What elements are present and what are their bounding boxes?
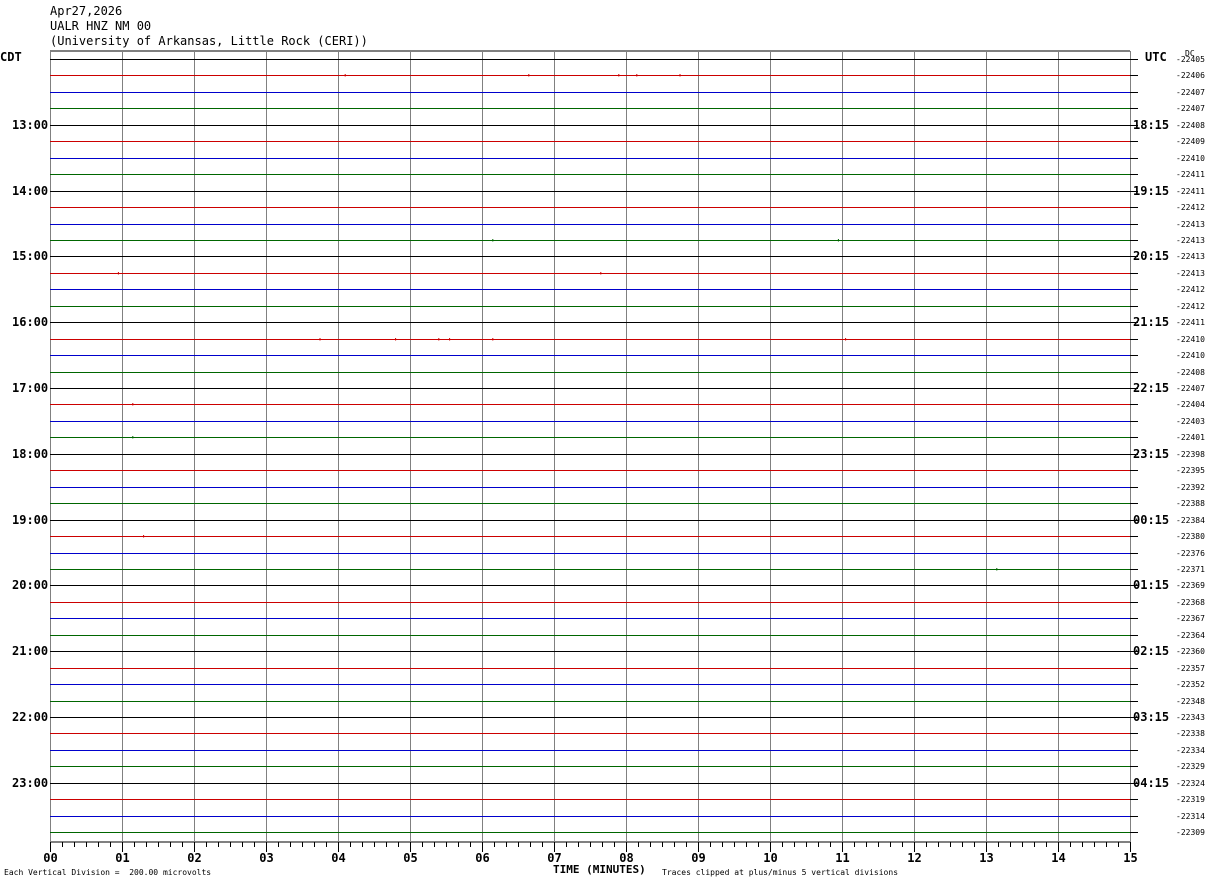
x-tick-label: 04: [331, 851, 346, 865]
x-tick-label: 13: [979, 851, 994, 865]
utc-hour-label: 03:15: [1133, 710, 1170, 724]
dc-offset-label: -22404: [1176, 399, 1205, 409]
dc-offset-label: -22408: [1176, 367, 1205, 377]
dc-offset-label: -22369: [1176, 580, 1205, 590]
dc-offset-label: -22410: [1176, 153, 1205, 163]
dc-offset-label: -22309: [1176, 827, 1205, 837]
x-tick-label: 03: [259, 851, 274, 865]
dc-offset-label: -22408: [1176, 120, 1205, 130]
x-tick-label: 02: [187, 851, 202, 865]
dc-offset-label: -22410: [1176, 350, 1205, 360]
dc-offset-label: -22412: [1176, 301, 1205, 311]
cdt-hour-label: 15:00: [12, 249, 49, 263]
dc-offset-label: -22407: [1176, 103, 1205, 113]
dc-offset-label: -22413: [1176, 251, 1205, 261]
x-tick-label: 14: [1051, 851, 1066, 865]
dc-offset-label: -22368: [1176, 597, 1205, 607]
x-tick-label: 10: [763, 851, 778, 865]
dc-offset-label: -22319: [1176, 794, 1205, 804]
utc-hour-label: 20:15: [1133, 249, 1170, 263]
dc-offset-label: -22380: [1176, 531, 1205, 541]
dc-offset-label: -22329: [1176, 761, 1205, 771]
dc-offset-label: -22405: [1176, 54, 1205, 64]
dc-offset-label: -22376: [1176, 548, 1205, 558]
dc-offset-label: -22324: [1176, 778, 1205, 788]
utc-hour-label: 00:15: [1133, 513, 1170, 527]
dc-offset-label: -22367: [1176, 613, 1205, 623]
dc-offset-label: -22413: [1176, 235, 1205, 245]
dc-offset-label: -22412: [1176, 284, 1205, 294]
utc-hour-label: 21:15: [1133, 315, 1170, 329]
x-tick-label: 00: [43, 851, 58, 865]
dc-offset-label: -22403: [1176, 416, 1205, 426]
x-tick-label: 05: [403, 851, 418, 865]
dc-offset-label: -22406: [1176, 70, 1205, 80]
dc-offset-label: -22407: [1176, 87, 1205, 97]
dc-offset-label: -22364: [1176, 630, 1205, 640]
dc-offset-label: -22352: [1176, 679, 1205, 689]
x-tick-label: 06: [475, 851, 490, 865]
cdt-hour-label: 13:00: [12, 118, 49, 132]
dc-offset-label: -22410: [1176, 334, 1205, 344]
dc-offset-label: -22413: [1176, 268, 1205, 278]
utc-hour-label: 19:15: [1133, 184, 1170, 198]
dc-offset-label: -22398: [1176, 449, 1205, 459]
dc-offset-label: -22334: [1176, 745, 1205, 755]
dc-offset-label: -22401: [1176, 432, 1205, 442]
x-tick-label: 12: [907, 851, 922, 865]
scale-note: Each Vertical Division = 200.00 microvol…: [4, 868, 212, 877]
dc-offset-label: -22411: [1176, 317, 1205, 327]
dc-offset-label: -22360: [1176, 646, 1205, 656]
dc-offset-label: -22357: [1176, 663, 1205, 673]
cdt-hour-label: 19:00: [12, 513, 49, 527]
x-tick-label: 01: [115, 851, 130, 865]
utc-hour-label: 22:15: [1133, 381, 1170, 395]
utc-hour-label: 18:15: [1133, 118, 1170, 132]
cdt-hour-label: 21:00: [12, 644, 49, 658]
cdt-hour-label: 17:00: [12, 381, 49, 395]
dc-offset-label: -22343: [1176, 712, 1205, 722]
dc-offset-label: -22409: [1176, 136, 1205, 146]
dc-offset-label: -22371: [1176, 564, 1205, 574]
cdt-hour-label: 16:00: [12, 315, 49, 329]
utc-hour-label: 23:15: [1133, 447, 1170, 461]
dc-offset-label: -22412: [1176, 202, 1205, 212]
utc-hour-label: 02:15: [1133, 644, 1170, 658]
dc-offset-label: -22314: [1176, 811, 1205, 821]
dc-offset-label: -22392: [1176, 482, 1205, 492]
x-tick-label: 11: [835, 851, 850, 865]
x-tick-label: 15: [1123, 851, 1138, 865]
dc-offset-label: -22395: [1176, 465, 1205, 475]
dc-offset-label: -22413: [1176, 219, 1205, 229]
cdt-hour-label: 22:00: [12, 710, 49, 724]
dc-offset-label: -22411: [1176, 186, 1205, 196]
x-axis-title: TIME (MINUTES): [553, 863, 646, 876]
dc-offset-label: -22407: [1176, 383, 1205, 393]
x-tick-label: 09: [691, 851, 706, 865]
clip-note: Traces clipped at plus/minus 5 vertical …: [662, 868, 899, 877]
dc-offset-label: -22411: [1176, 169, 1205, 179]
dc-offset-label: -22338: [1176, 728, 1205, 738]
cdt-hour-label: 18:00: [12, 447, 49, 461]
dc-offset-label: -22384: [1176, 515, 1205, 525]
dc-offset-label: -22348: [1176, 696, 1205, 706]
utc-hour-label: 04:15: [1133, 776, 1170, 790]
cdt-hour-label: 20:00: [12, 578, 49, 592]
dc-offset-label: -22388: [1176, 498, 1205, 508]
utc-hour-label: 01:15: [1133, 578, 1170, 592]
cdt-hour-label: 14:00: [12, 184, 49, 198]
seismogram-plot: [50, 50, 1138, 852]
cdt-hour-label: 23:00: [12, 776, 49, 790]
